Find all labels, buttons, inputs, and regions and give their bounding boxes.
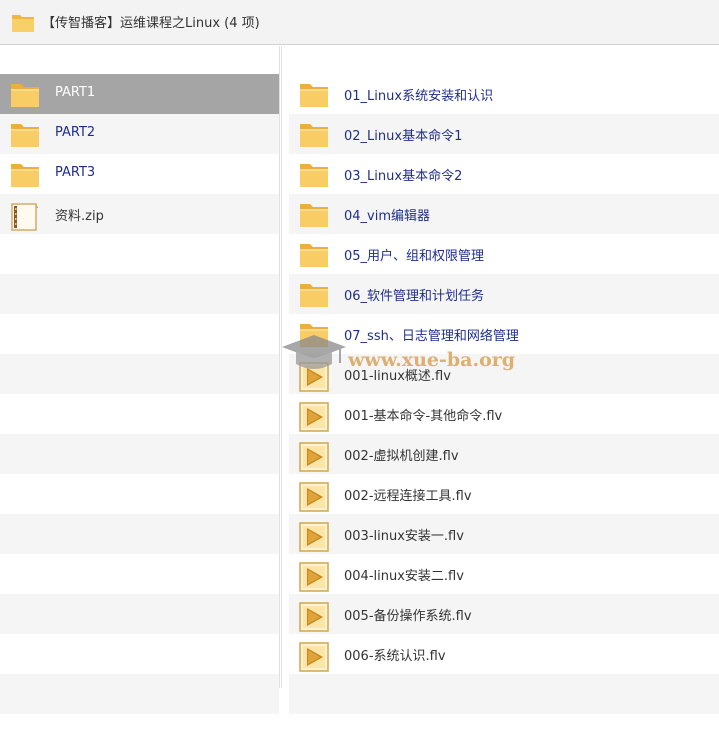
item-label: 02_Linux基本命令1 [344, 129, 463, 144]
item-label: 001-linux概述.flv [344, 369, 451, 384]
empty-row [0, 354, 279, 394]
file-item[interactable]: 001-基本命令-其他命令.flv [289, 394, 719, 434]
empty-row [0, 274, 279, 314]
sidebar-item-1[interactable]: PART2 [0, 114, 279, 154]
left-pane: PART1 PART2 PART3 资料.zip [0, 46, 280, 714]
item-label: 006-系统认识.flv [344, 649, 446, 664]
folder-icon [299, 202, 329, 232]
video-file-icon [299, 522, 329, 556]
empty-row [0, 234, 279, 274]
sidebar-item-3[interactable]: 资料.zip [0, 194, 279, 234]
video-file-icon [299, 642, 329, 676]
title-bar: 【传智播客】运维课程之Linux (4 项) [0, 0, 719, 45]
folder-icon [299, 82, 329, 112]
item-label: 002-远程连接工具.flv [344, 489, 472, 504]
item-label: 05_用户、组和权限管理 [344, 249, 485, 264]
empty-row [0, 714, 279, 754]
video-file-icon [299, 362, 329, 396]
file-item[interactable]: 003-linux安装一.flv [289, 514, 719, 554]
empty-row [0, 314, 279, 354]
empty-row [0, 594, 279, 634]
item-label: 07_ssh、日志管理和网络管理 [344, 329, 519, 344]
folder-icon [299, 282, 329, 312]
folder-icon [11, 11, 35, 37]
sidebar-item-2[interactable]: PART3 [0, 154, 279, 194]
file-item[interactable]: 005-备份操作系统.flv [289, 594, 719, 634]
folder-item[interactable]: 01_Linux系统安装和认识 [289, 74, 719, 114]
file-item[interactable]: 004-linux安装二.flv [289, 554, 719, 594]
empty-row [0, 554, 279, 594]
folder-item[interactable]: 06_软件管理和计划任务 [289, 274, 719, 314]
video-file-icon [299, 402, 329, 436]
folder-item[interactable]: 04_vim编辑器 [289, 194, 719, 234]
folder-icon [299, 162, 329, 192]
item-label: PART3 [55, 165, 96, 180]
video-file-icon [299, 562, 329, 596]
right-pane: 01_Linux系统安装和认识 02_Linux基本命令1 03_Linux基本命令… [281, 46, 719, 714]
item-label: 005-备份操作系统.flv [344, 609, 472, 624]
empty-row [0, 634, 279, 674]
sidebar-item-0[interactable]: PART1 [0, 74, 279, 114]
folder-icon [299, 242, 329, 272]
item-label: 01_Linux系统安装和认识 [344, 89, 494, 104]
file-item[interactable]: 002-虚拟机创建.flv [289, 434, 719, 474]
item-label: 001-基本命令-其他命令.flv [344, 409, 503, 424]
item-label: PART2 [55, 125, 96, 140]
empty-row [0, 474, 279, 514]
folder-item[interactable]: 07_ssh、日志管理和网络管理 [289, 314, 719, 354]
empty-row [289, 714, 719, 754]
folder-icon [10, 162, 40, 192]
folder-icon [10, 82, 40, 112]
video-file-icon [299, 602, 329, 636]
empty-row [0, 674, 279, 714]
item-label: PART1 [55, 85, 96, 100]
item-label: 002-虚拟机创建.flv [344, 449, 459, 464]
folder-icon [299, 122, 329, 152]
folder-item[interactable]: 02_Linux基本命令1 [289, 114, 719, 154]
video-file-icon [299, 442, 329, 476]
empty-row [0, 394, 279, 434]
item-label: 06_软件管理和计划任务 [344, 289, 485, 304]
empty-row [0, 514, 279, 554]
item-label: 03_Linux基本命令2 [344, 169, 463, 184]
file-item[interactable]: 001-linux概述.flv [289, 354, 719, 394]
file-item[interactable]: 006-系统认识.flv [289, 634, 719, 674]
folder-icon [10, 122, 40, 152]
item-label: 003-linux安装一.flv [344, 529, 464, 544]
window-title: 【传智播客】运维课程之Linux (4 项) [42, 16, 260, 31]
zip-file-icon [10, 202, 40, 236]
folder-item[interactable]: 05_用户、组和权限管理 [289, 234, 719, 274]
video-file-icon [299, 482, 329, 516]
folder-icon [299, 322, 329, 352]
file-item[interactable]: 002-远程连接工具.flv [289, 474, 719, 514]
empty-row [0, 434, 279, 474]
item-label: 004-linux安装二.flv [344, 569, 464, 584]
folder-item[interactable]: 03_Linux基本命令2 [289, 154, 719, 194]
item-label: 资料.zip [55, 209, 104, 224]
item-label: 04_vim编辑器 [344, 209, 431, 224]
empty-row [289, 674, 719, 714]
